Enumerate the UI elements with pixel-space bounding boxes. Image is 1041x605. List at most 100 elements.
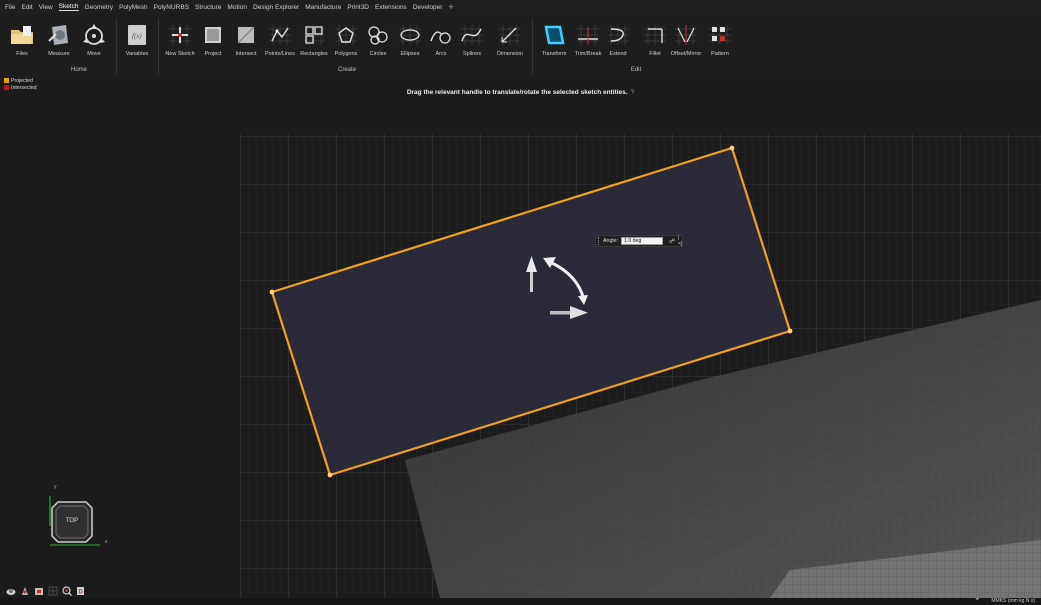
menu-file[interactable]: File bbox=[5, 4, 15, 11]
menu-sketch[interactable]: Sketch bbox=[58, 3, 79, 11]
grid-icon[interactable] bbox=[47, 585, 58, 596]
angle-input[interactable] bbox=[621, 237, 664, 245]
display-mode-icon[interactable] bbox=[5, 585, 16, 596]
tool-label: Offset/Mirror bbox=[670, 51, 702, 57]
drag-grip-icon[interactable] bbox=[598, 237, 599, 245]
legend-swatch bbox=[4, 78, 9, 83]
create-group-label: Create bbox=[337, 67, 357, 73]
pattern-icon bbox=[707, 22, 733, 48]
add-tab-icon[interactable]: + bbox=[448, 2, 453, 12]
legend-swatch bbox=[4, 85, 9, 90]
menu-motion[interactable]: Motion bbox=[227, 4, 247, 11]
legend-item: Projected bbox=[4, 77, 49, 84]
project-icon bbox=[200, 22, 226, 48]
menu-edit[interactable]: Edit bbox=[21, 4, 32, 11]
files-label: Files bbox=[16, 51, 28, 57]
menu-view[interactable]: View bbox=[39, 4, 53, 11]
angle-input-panel: Angle: ☍ |<| bbox=[595, 235, 683, 247]
variables-button[interactable]: f(x) Variables bbox=[117, 22, 157, 57]
menu-developer[interactable]: Developer bbox=[413, 4, 443, 11]
y-axis-label: y bbox=[54, 484, 57, 490]
home-group-label: Home bbox=[70, 67, 88, 73]
crosshair-icon[interactable]: ⌖ bbox=[976, 597, 979, 604]
menu-bar: File Edit View Sketch Geometry PolyMesh PolyNU… bbox=[0, 0, 1041, 14]
tool-label: Ellipses bbox=[400, 51, 420, 57]
link-icon[interactable]: ☍ bbox=[669, 238, 675, 245]
tool-label: Intersect bbox=[235, 51, 257, 57]
new-sketch-icon bbox=[167, 22, 193, 48]
measure-button[interactable]: Measure bbox=[39, 22, 79, 57]
menu-polymesh[interactable]: PolyMesh bbox=[119, 4, 148, 11]
arcs-icon bbox=[428, 22, 454, 48]
group-divider bbox=[532, 18, 533, 74]
view-cube[interactable]: y x TOP bbox=[38, 484, 118, 553]
variables-label: Variables bbox=[125, 51, 149, 57]
svg-text:D: D bbox=[78, 589, 83, 595]
svg-text:f(x): f(x) bbox=[132, 32, 142, 40]
tool-label: Arcs bbox=[435, 51, 447, 57]
menu-extensions[interactable]: Extensions bbox=[375, 4, 407, 11]
rectangle-vertex[interactable] bbox=[729, 145, 735, 151]
tool-label: Project bbox=[204, 51, 222, 57]
variables-icon: f(x) bbox=[124, 22, 150, 48]
tool-label: Polygons bbox=[334, 51, 358, 57]
dimension-button[interactable]: Dimension bbox=[490, 22, 530, 57]
view-icon[interactable] bbox=[19, 585, 30, 596]
menu-geometry[interactable]: Geometry bbox=[85, 4, 114, 11]
help-icon[interactable]: ? bbox=[631, 89, 635, 96]
sketch-viewport[interactable] bbox=[0, 98, 1041, 598]
status-message: Drag the relevant handle to translate/ro… bbox=[0, 89, 1041, 96]
move-button[interactable]: Move bbox=[74, 22, 114, 57]
folder-icon bbox=[9, 22, 35, 48]
status-message-text: Drag the relevant handle to translate/ro… bbox=[406, 89, 628, 96]
reset-icon[interactable]: |<| bbox=[678, 235, 682, 247]
tool-label: Points/Lines bbox=[265, 51, 295, 57]
polygons-icon bbox=[333, 22, 359, 48]
tool-label: Transform bbox=[541, 51, 567, 57]
rectangle-vertex[interactable] bbox=[327, 472, 333, 478]
visibility-icon[interactable] bbox=[33, 585, 44, 596]
rectangles-icon bbox=[301, 22, 327, 48]
edit-group-label: Edit bbox=[630, 67, 642, 73]
ribbon: Files Measure Move Home f(x) Variables N… bbox=[0, 14, 1041, 80]
dimension-icon bbox=[497, 22, 523, 48]
fillet-icon bbox=[642, 22, 668, 48]
rectangle-vertex[interactable] bbox=[787, 328, 793, 334]
menu-design-explorer[interactable]: Design Explorer bbox=[253, 4, 299, 11]
tool-label: New Sketch bbox=[165, 51, 195, 57]
group-divider bbox=[158, 18, 159, 74]
move-label: Move bbox=[87, 51, 101, 57]
tool-label: Splines bbox=[462, 51, 482, 57]
status-bar bbox=[0, 598, 1041, 605]
measure-label: Measure bbox=[48, 51, 70, 57]
move-icon bbox=[81, 22, 107, 48]
extend-icon bbox=[605, 22, 631, 48]
bottom-toolbar: D bbox=[5, 585, 89, 596]
rectangle-vertex[interactable] bbox=[269, 289, 275, 295]
legend-label: Intersected bbox=[11, 84, 37, 91]
points-lines-icon bbox=[267, 22, 293, 48]
menu-structure[interactable]: Structure bbox=[195, 4, 221, 11]
x-axis-label: x bbox=[105, 539, 108, 545]
menu-manufacture[interactable]: Manufacture bbox=[305, 4, 341, 11]
angle-label: Angle: bbox=[603, 238, 619, 244]
tool-label: Pattern bbox=[711, 51, 729, 57]
menu-polynurbs[interactable]: PolyNURBS bbox=[154, 4, 189, 11]
pattern-button[interactable]: Pattern bbox=[700, 22, 740, 57]
view-cube-top-label: TOP bbox=[65, 518, 79, 524]
unit-system[interactable]: MMKS (mm kg N s) bbox=[991, 598, 1035, 604]
splines-button[interactable]: Splines bbox=[452, 22, 492, 57]
splines-icon bbox=[459, 22, 485, 48]
intersect-icon bbox=[233, 22, 259, 48]
legend-item: Intersected bbox=[4, 84, 49, 91]
circles-icon bbox=[365, 22, 391, 48]
menu-print3d[interactable]: Print3D bbox=[347, 4, 369, 11]
section-icon[interactable]: D bbox=[75, 585, 86, 596]
files-button[interactable]: Files bbox=[2, 22, 42, 57]
extend-button[interactable]: Extend bbox=[598, 22, 638, 57]
transform-icon bbox=[541, 22, 567, 48]
tool-label: Dimension bbox=[497, 51, 523, 57]
ellipses-icon bbox=[397, 22, 423, 48]
zoom-fit-icon[interactable] bbox=[61, 585, 72, 596]
tool-label: Extend bbox=[609, 51, 627, 57]
